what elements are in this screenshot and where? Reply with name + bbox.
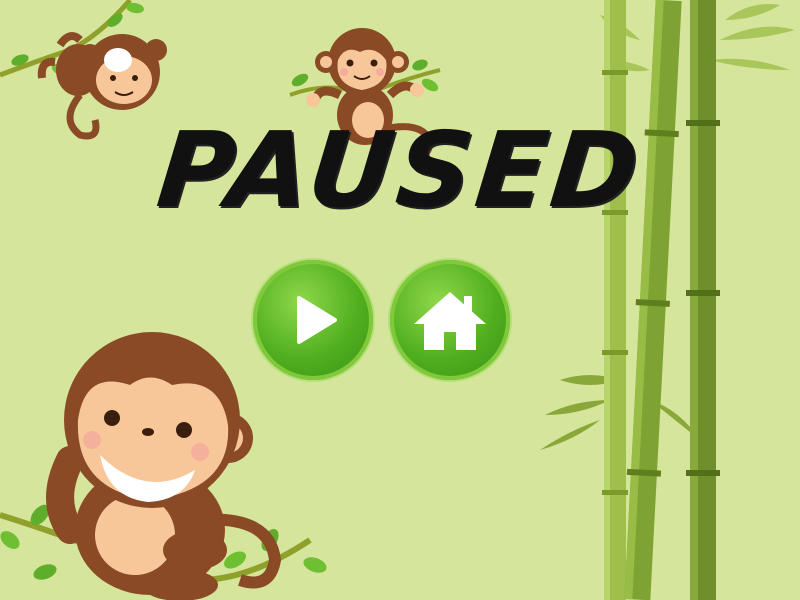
pause-screen: PAUSED xyxy=(0,0,800,600)
home-icon xyxy=(414,292,486,350)
resume-play-button[interactable] xyxy=(253,260,373,380)
paused-title: PAUSED xyxy=(151,109,649,231)
home-button[interactable] xyxy=(390,260,510,380)
play-icon xyxy=(297,296,337,344)
